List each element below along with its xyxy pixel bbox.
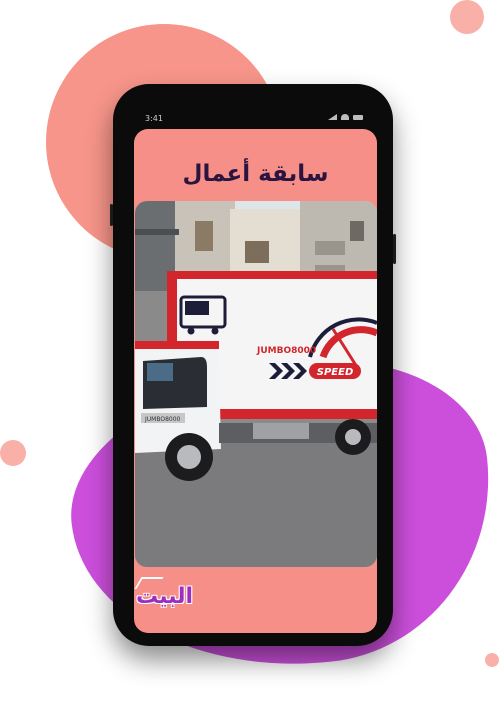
app-screen: سابقة أعمال SPEED JUMBO8000 JUMBO8000 ال… [134,129,377,633]
status-time: 3:41 [145,114,163,123]
phone-mockup: 3:41 سابقة أعمال SPEED JUMBO8000 JUMBO80… [110,84,396,646]
decor-dot-top-right [450,0,484,34]
truck-speed-text: SPEED [317,367,354,378]
battery-icon [353,114,363,120]
truck-grille-text: JUMBO8000 [144,416,181,423]
decor-dot-left [0,440,26,466]
signal-icon [328,114,337,120]
gallery-photo[interactable]: SPEED JUMBO8000 JUMBO8000 [135,201,377,567]
page-title: سابقة أعمال [182,161,329,187]
phone-power-button [393,234,396,264]
status-icons [328,114,363,120]
decor-dot-bottom-right [485,653,499,667]
truck-brand-text: JUMBO8000 [256,346,316,356]
brand-logo: البيت [136,584,194,609]
phone-volume-button [110,204,113,226]
wifi-icon [341,114,349,120]
truck-photo-illustration: SPEED JUMBO8000 JUMBO8000 [135,201,377,567]
